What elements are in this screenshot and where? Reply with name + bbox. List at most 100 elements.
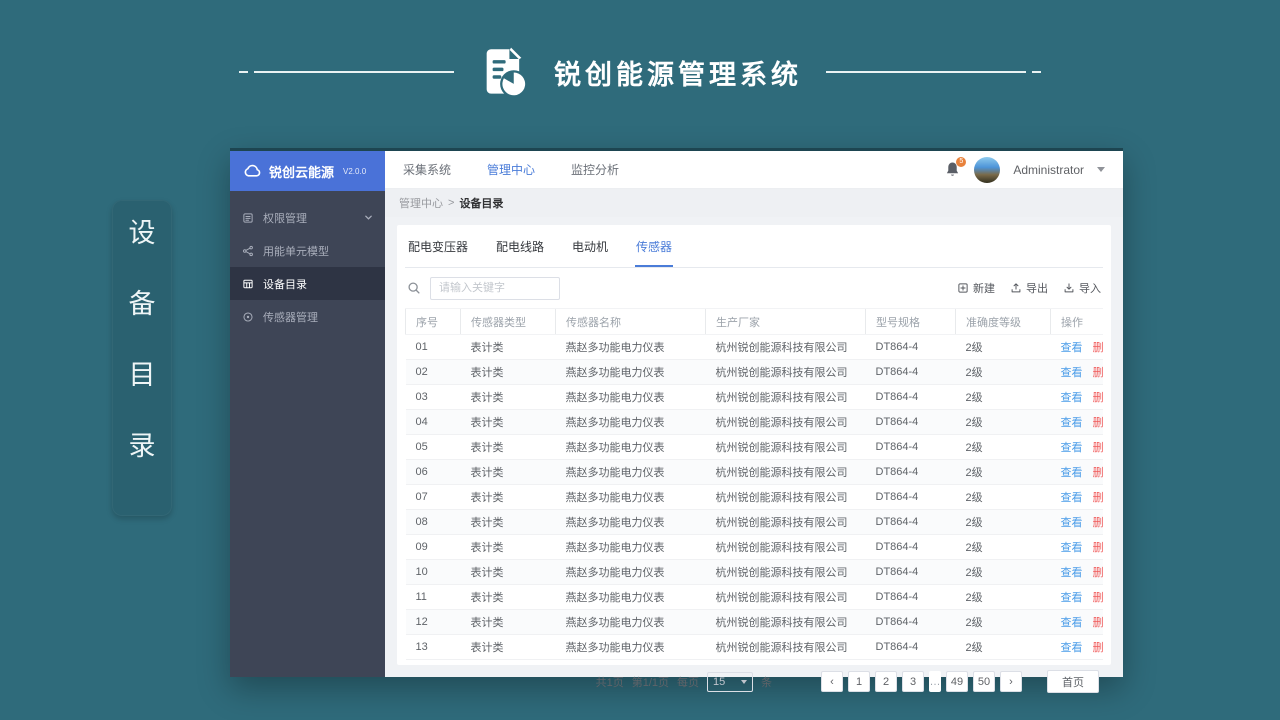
search-input[interactable] xyxy=(430,276,560,300)
nav-collection-system[interactable]: 采集系统 xyxy=(403,161,451,178)
nav-management-center[interactable]: 管理中心 xyxy=(487,161,535,178)
pagination-info: 共1页 第1/1页 每页 15 条 xyxy=(595,671,772,692)
vertical-tag-char: 设 xyxy=(128,218,156,248)
cell-sensor-type: 表计类 xyxy=(460,559,556,585)
prev-page-button[interactable]: ‹ xyxy=(821,671,843,692)
sidebar-item-sensor-management[interactable]: 传感器管理 xyxy=(230,300,385,333)
cell-model: DT864-4 xyxy=(865,409,956,435)
tab-sensor[interactable]: 传感器 xyxy=(635,225,674,267)
delete-link[interactable]: 删除 xyxy=(1093,367,1103,379)
vertical-tag-device-catalog: 设 备 目 录 xyxy=(112,200,172,516)
tab-motor[interactable]: 电动机 xyxy=(571,225,609,267)
delete-link[interactable]: 删除 xyxy=(1093,417,1103,429)
page-size-select[interactable]: 15 xyxy=(707,671,753,692)
cell-sensor-type: 表计类 xyxy=(460,534,556,560)
cell-actions: 查看 删除 xyxy=(1050,359,1103,385)
pagination-total: 共1页 xyxy=(595,676,624,689)
notification-badge: 5 xyxy=(956,156,967,167)
sidebar-item-label: 权限管理 xyxy=(263,212,307,225)
view-link[interactable]: 查看 xyxy=(1061,517,1083,529)
search-area xyxy=(407,276,560,300)
page-buttons: ‹ 1 2 3 … 49 50 › xyxy=(821,671,1022,692)
tab-distribution-line[interactable]: 配电线路 xyxy=(495,225,545,267)
cell-accuracy: 2级 xyxy=(955,459,1051,485)
delete-link[interactable]: 删除 xyxy=(1093,492,1103,504)
share-icon xyxy=(242,245,253,256)
delete-link[interactable]: 删除 xyxy=(1093,617,1103,629)
export-button[interactable]: 导出 xyxy=(1010,280,1048,296)
delete-link[interactable]: 删除 xyxy=(1093,517,1103,529)
page-button-49[interactable]: 49 xyxy=(946,671,968,692)
next-page-button[interactable]: › xyxy=(1000,671,1022,692)
page-button-1[interactable]: 1 xyxy=(848,671,870,692)
tab-distribution-transformer[interactable]: 配电变压器 xyxy=(407,225,469,267)
user-menu-caret-icon[interactable] xyxy=(1097,167,1105,172)
first-page-button[interactable]: 首页 xyxy=(1047,670,1099,693)
import-button[interactable]: 导入 xyxy=(1063,280,1101,296)
cell-no: 13 xyxy=(405,634,461,660)
cell-model: DT864-4 xyxy=(865,534,956,560)
delete-link[interactable]: 删除 xyxy=(1093,467,1103,479)
page-button-50[interactable]: 50 xyxy=(973,671,995,692)
delete-link[interactable]: 删除 xyxy=(1093,442,1103,454)
table-header: 序号 传感器类型 传感器名称 生产厂家 型号规格 准确度等级 操作 xyxy=(405,308,1103,335)
page-ellipsis: … xyxy=(929,671,941,692)
cell-accuracy: 2级 xyxy=(955,484,1051,510)
view-link[interactable]: 查看 xyxy=(1061,492,1083,504)
view-link[interactable]: 查看 xyxy=(1061,442,1083,454)
view-link[interactable]: 查看 xyxy=(1061,417,1083,429)
sidebar-item-permissions[interactable]: 权限管理 xyxy=(230,201,385,234)
cell-manufacturer: 杭州锐创能源科技有限公司 xyxy=(705,609,866,635)
cell-manufacturer: 杭州锐创能源科技有限公司 xyxy=(705,409,866,435)
delete-link[interactable]: 删除 xyxy=(1093,542,1103,554)
table-row: 04 表计类 燕赵多功能电力仪表 杭州锐创能源科技有限公司 DT864-4 2级… xyxy=(405,409,1103,435)
view-link[interactable]: 查看 xyxy=(1061,542,1083,554)
table-row: 05 表计类 燕赵多功能电力仪表 杭州锐创能源科技有限公司 DT864-4 2级… xyxy=(405,434,1103,460)
delete-link[interactable]: 删除 xyxy=(1093,642,1103,654)
delete-link[interactable]: 删除 xyxy=(1093,567,1103,579)
pagination-per-page-label: 每页 xyxy=(677,676,699,689)
view-link[interactable]: 查看 xyxy=(1061,342,1083,354)
col-model: 型号规格 xyxy=(865,308,956,335)
cell-manufacturer: 杭州锐创能源科技有限公司 xyxy=(705,359,866,385)
nav-monitoring-analysis[interactable]: 监控分析 xyxy=(571,161,619,178)
page-size-caret-icon xyxy=(741,679,747,684)
page-button-2[interactable]: 2 xyxy=(875,671,897,692)
breadcrumb-separator: > xyxy=(448,197,455,209)
topbar-right: 5 Administrator xyxy=(945,156,1105,183)
col-sensor-type: 传感器类型 xyxy=(460,308,556,335)
view-link[interactable]: 查看 xyxy=(1061,367,1083,379)
view-link[interactable]: 查看 xyxy=(1061,642,1083,654)
delete-link[interactable]: 删除 xyxy=(1093,392,1103,404)
delete-link[interactable]: 删除 xyxy=(1093,592,1103,604)
view-link[interactable]: 查看 xyxy=(1061,392,1083,404)
cell-model: DT864-4 xyxy=(865,334,956,360)
page-button-3[interactable]: 3 xyxy=(902,671,924,692)
sensor-table: 序号 传感器类型 传感器名称 生产厂家 型号规格 准确度等级 操作 01 表计类… xyxy=(405,308,1103,660)
view-link[interactable]: 查看 xyxy=(1061,617,1083,629)
cell-sensor-name: 燕赵多功能电力仪表 xyxy=(555,384,706,410)
new-button[interactable]: 新建 xyxy=(957,280,995,296)
banner-deco-left xyxy=(239,71,454,73)
sidebar-item-device-catalog[interactable]: 设备目录 xyxy=(230,267,385,300)
main-area: 采集系统 管理中心 监控分析 5 Administrator 管理中心 > 设备… xyxy=(385,151,1123,693)
cell-sensor-name: 燕赵多功能电力仪表 xyxy=(555,434,706,460)
cell-no: 06 xyxy=(405,459,461,485)
avatar[interactable] xyxy=(974,156,1001,183)
cell-actions: 查看 删除 xyxy=(1050,584,1103,610)
vertical-tag-char: 目 xyxy=(128,360,156,390)
breadcrumb-parent[interactable]: 管理中心 xyxy=(399,195,443,211)
table-body: 01 表计类 燕赵多功能电力仪表 杭州锐创能源科技有限公司 DT864-4 2级… xyxy=(405,334,1103,660)
delete-link[interactable]: 删除 xyxy=(1093,342,1103,354)
notifications-button[interactable]: 5 xyxy=(945,156,967,179)
cell-sensor-type: 表计类 xyxy=(460,509,556,535)
cell-accuracy: 2级 xyxy=(955,434,1051,460)
view-link[interactable]: 查看 xyxy=(1061,592,1083,604)
cell-accuracy: 2级 xyxy=(955,584,1051,610)
col-manufacturer: 生产厂家 xyxy=(705,308,866,335)
breadcrumb: 管理中心 > 设备目录 xyxy=(385,189,1123,217)
view-link[interactable]: 查看 xyxy=(1061,567,1083,579)
search-icon xyxy=(408,282,420,294)
sidebar-item-energy-unit-model[interactable]: 用能单元模型 xyxy=(230,234,385,267)
view-link[interactable]: 查看 xyxy=(1061,467,1083,479)
